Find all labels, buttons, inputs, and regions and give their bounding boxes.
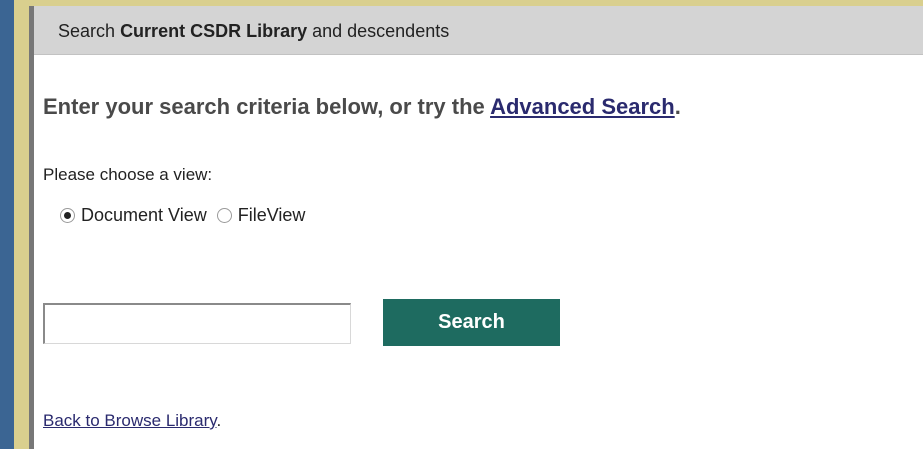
search-button[interactable]: Search xyxy=(383,299,560,346)
left-blue-bar xyxy=(0,0,14,449)
view-radio-group: Document View FileView xyxy=(60,205,315,226)
back-to-browse-link[interactable]: Back to Browse Library xyxy=(43,411,217,430)
back-to-browse: Back to Browse Library. xyxy=(43,411,221,431)
back-link-period: . xyxy=(216,411,222,430)
document-view-label[interactable]: Document View xyxy=(81,205,207,226)
heading-period: . xyxy=(674,94,681,119)
panel-header: Search Current CSDR Library and descende… xyxy=(34,6,923,55)
fileview-label[interactable]: FileView xyxy=(238,205,306,226)
search-panel: Search Current CSDR Library and descende… xyxy=(34,6,923,449)
header-prefix: Search xyxy=(58,21,116,41)
header-library-name: Current CSDR Library xyxy=(120,21,308,41)
fileview-radio[interactable] xyxy=(216,208,232,223)
choose-view-label: Please choose a view: xyxy=(43,165,213,184)
document-view-radio[interactable] xyxy=(60,208,75,223)
search-instructions-heading: Enter your search criteria below, or try… xyxy=(43,94,681,120)
panel-header-title: Search Current CSDR Library and descende… xyxy=(58,21,449,42)
search-input[interactable] xyxy=(43,303,351,344)
advanced-search-link[interactable]: Advanced Search xyxy=(490,94,675,119)
header-suffix: and descendents xyxy=(312,21,450,41)
heading-text: Enter your search criteria below, or try… xyxy=(43,94,485,119)
